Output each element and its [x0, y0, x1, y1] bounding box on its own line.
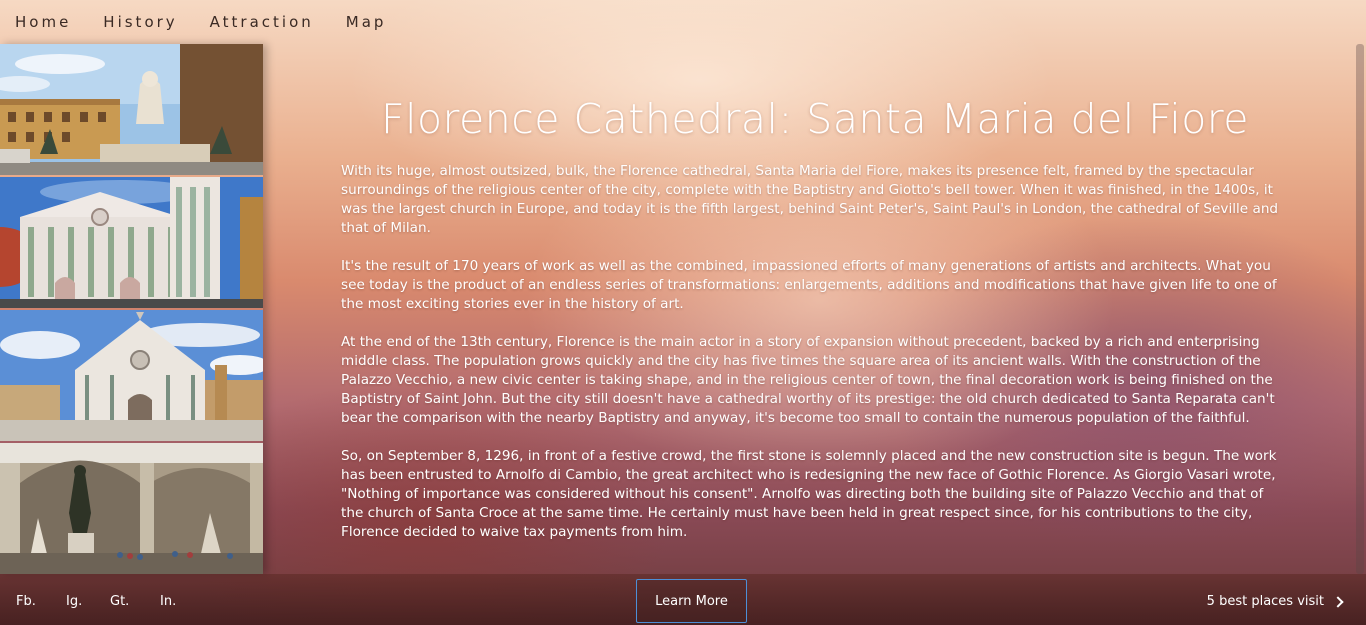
github-link[interactable]: Gt.: [110, 594, 129, 609]
nav-home[interactable]: Home: [15, 13, 71, 31]
page-title: Florence Cathedral: Santa Maria del Fior…: [380, 95, 1249, 144]
right-scrollbar[interactable]: [1356, 44, 1364, 574]
top-nav: Home History Attraction Map: [0, 0, 1366, 44]
nav-map[interactable]: Map: [346, 13, 387, 31]
nav-history[interactable]: History: [103, 13, 177, 31]
chevron-right-icon: [1332, 596, 1344, 608]
piazza-della-signoria-photo[interactable]: [0, 44, 263, 175]
page: Home History Attraction Map Florence Cat…: [0, 0, 1366, 625]
instagram-link[interactable]: Ig.: [66, 594, 82, 609]
facebook-link[interactable]: Fb.: [16, 594, 36, 609]
next-page-link[interactable]: 5 best places visit: [1206, 594, 1344, 609]
santa-croce-photo[interactable]: [0, 310, 263, 441]
nav-attraction[interactable]: Attraction: [210, 13, 314, 31]
article-paragraph: So, on September 8, 1296, in front of a …: [341, 448, 1277, 540]
article-body: With its huge, almost outsized, bulk, th…: [341, 162, 1286, 561]
learn-more-button[interactable]: Learn More: [636, 579, 747, 623]
linkedin-link[interactable]: In.: [160, 594, 176, 609]
next-page-label: 5 best places visit: [1206, 594, 1324, 609]
article-paragraph: At the end of the 13th century, Florence…: [341, 334, 1275, 426]
article-paragraph: With its huge, almost outsized, bulk, th…: [341, 163, 1279, 236]
article-paragraph: It's the result of 170 years of work as …: [341, 258, 1277, 312]
loggia-dei-lanzi-photo[interactable]: [0, 443, 263, 574]
photo-gallery[interactable]: [0, 44, 263, 574]
florence-cathedral-photo[interactable]: [0, 177, 263, 308]
